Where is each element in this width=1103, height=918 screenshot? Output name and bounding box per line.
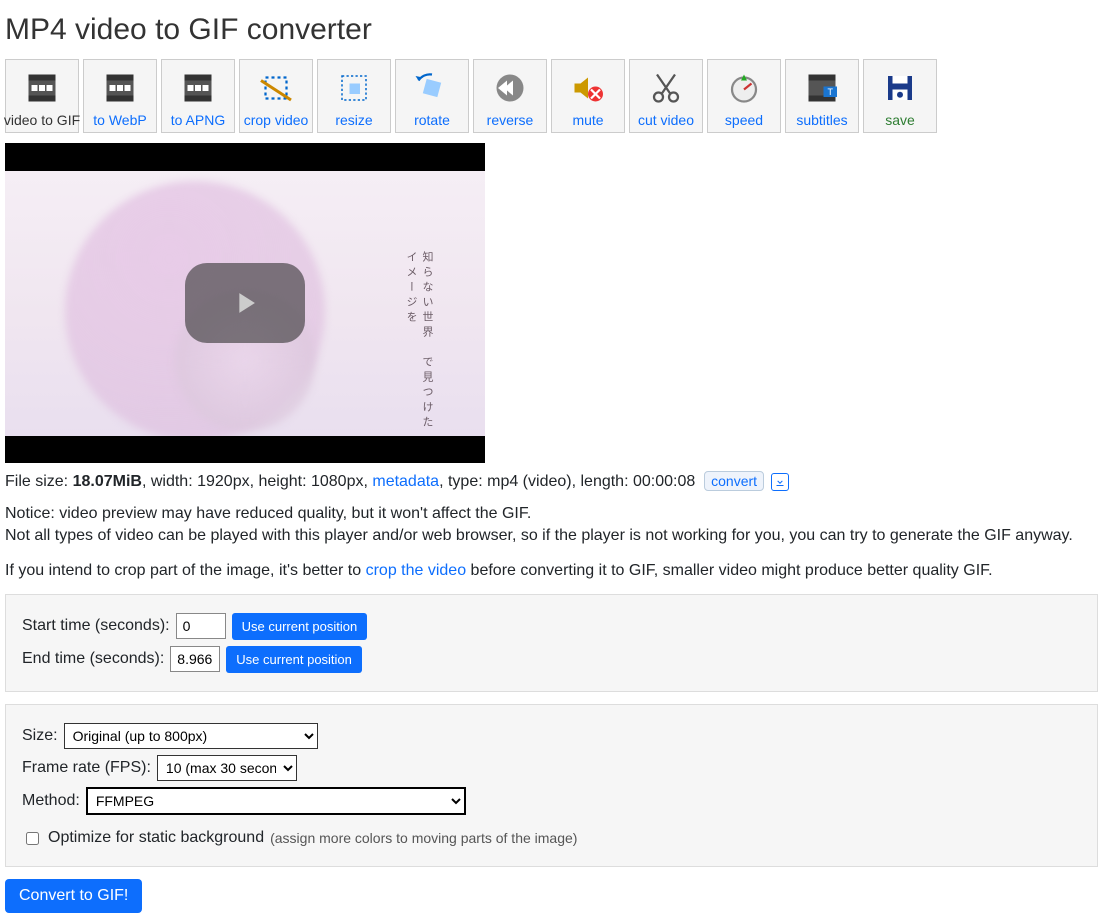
method-select[interactable]: FFMPEG <box>86 787 466 815</box>
notice-block: Notice: video preview may have reduced q… <box>5 503 1098 548</box>
tool-to-apng[interactable]: to APNG <box>161 59 235 133</box>
file-size-label: File size: <box>5 473 73 490</box>
notice-line-2: Not all types of video can be played wit… <box>5 525 1098 547</box>
notice-line-1: Notice: video preview may have reduced q… <box>5 503 1098 525</box>
time-panel: Start time (seconds): Use current positi… <box>5 594 1098 692</box>
start-time-label: Start time (seconds): <box>22 617 170 635</box>
crop-tip: If you intend to crop part of the image,… <box>5 562 1098 580</box>
tool-subtitles[interactable]: Tsubtitles <box>785 59 859 133</box>
size-label: Size: <box>22 727 58 745</box>
height-label: , height: <box>250 473 311 490</box>
start-time-input[interactable] <box>176 613 226 639</box>
optimize-checkbox[interactable] <box>26 832 39 845</box>
page-title: MP4 video to GIF converter <box>5 13 1098 47</box>
play-button[interactable] <box>185 263 305 343</box>
convert-button[interactable]: convert <box>704 471 764 491</box>
tool-cut-video[interactable]: cut video <box>629 59 703 133</box>
crop-tip-before: If you intend to crop part of the image,… <box>5 562 366 579</box>
tool-label-reverse: reverse <box>487 112 534 128</box>
crop-video-link[interactable]: crop the video <box>366 562 467 579</box>
reverse-icon <box>490 70 530 106</box>
convert-to-gif-button[interactable]: Convert to GIF! <box>5 879 142 913</box>
fps-label: Frame rate (FPS): <box>22 759 151 777</box>
to-apng-icon <box>178 70 218 106</box>
thumbnail-text: 知らない世界 で見つけたイメージを <box>403 251 435 436</box>
width-value: 1920px <box>197 473 250 490</box>
tool-video-to-gif[interactable]: video to GIF <box>5 59 79 133</box>
length-value: 00:00:08 <box>633 473 695 490</box>
type-value: mp4 (video) <box>487 473 571 490</box>
tool-label-video-to-gif: video to GIF <box>4 112 80 128</box>
end-time-label: End time (seconds): <box>22 650 164 668</box>
speed-icon <box>724 70 764 106</box>
rotate-icon <box>412 70 452 106</box>
tool-label-save: save <box>885 112 915 128</box>
tool-label-cut-video: cut video <box>638 112 694 128</box>
end-time-input[interactable] <box>170 646 220 672</box>
tool-speed[interactable]: speed <box>707 59 781 133</box>
use-current-end-button[interactable]: Use current position <box>226 646 362 673</box>
tool-resize[interactable]: resize <box>317 59 391 133</box>
use-current-start-button[interactable]: Use current position <box>232 613 368 640</box>
video-preview[interactable]: 知らない世界 で見つけたイメージを <box>5 143 485 463</box>
options-panel: Size: Original (up to 800px) Frame rate … <box>5 704 1098 867</box>
subtitles-icon: T <box>802 70 842 106</box>
tool-label-to-apng: to APNG <box>171 112 225 128</box>
metadata-link[interactable]: metadata <box>372 473 439 490</box>
cut-video-icon <box>646 70 686 106</box>
tool-label-crop-video: crop video <box>244 112 309 128</box>
tool-label-resize: resize <box>335 112 372 128</box>
svg-text:T: T <box>828 87 834 97</box>
tool-label-to-webp: to WebP <box>93 112 146 128</box>
height-value: 1080px <box>311 473 364 490</box>
tool-rotate[interactable]: rotate <box>395 59 469 133</box>
method-label: Method: <box>22 792 80 810</box>
optimize-label: Optimize for static background <box>48 829 264 847</box>
tool-mute[interactable]: mute <box>551 59 625 133</box>
resize-icon <box>334 70 374 106</box>
file-meta-line: File size: 18.07MiB, width: 1920px, heig… <box>5 471 1098 491</box>
tool-label-mute: mute <box>572 112 603 128</box>
toolbar: video to GIF to WebP to APNG crop video resi… <box>5 59 1098 133</box>
tool-save[interactable]: save <box>863 59 937 133</box>
optimize-hint: (assign more colors to moving parts of t… <box>270 830 577 846</box>
length-label: , length: <box>572 473 633 490</box>
fps-select[interactable]: 10 (max 30 seconds) <box>157 755 297 781</box>
video-to-gif-icon <box>22 70 62 106</box>
play-icon <box>228 286 262 320</box>
mute-icon <box>568 70 608 106</box>
tool-reverse[interactable]: reverse <box>473 59 547 133</box>
type-label: , type: <box>439 473 487 490</box>
tool-crop-video[interactable]: crop video <box>239 59 313 133</box>
tool-label-speed: speed <box>725 112 763 128</box>
crop-tip-after: before converting it to GIF, smaller vid… <box>466 562 992 579</box>
save-icon <box>880 70 920 106</box>
width-label: , width: <box>142 473 197 490</box>
file-size-value: 18.07MiB <box>73 473 142 490</box>
download-icon[interactable] <box>771 473 789 491</box>
to-webp-icon <box>100 70 140 106</box>
crop-video-icon <box>256 70 296 106</box>
tool-label-rotate: rotate <box>414 112 450 128</box>
tool-to-webp[interactable]: to WebP <box>83 59 157 133</box>
tool-label-subtitles: subtitles <box>796 112 847 128</box>
size-select[interactable]: Original (up to 800px) <box>64 723 318 749</box>
